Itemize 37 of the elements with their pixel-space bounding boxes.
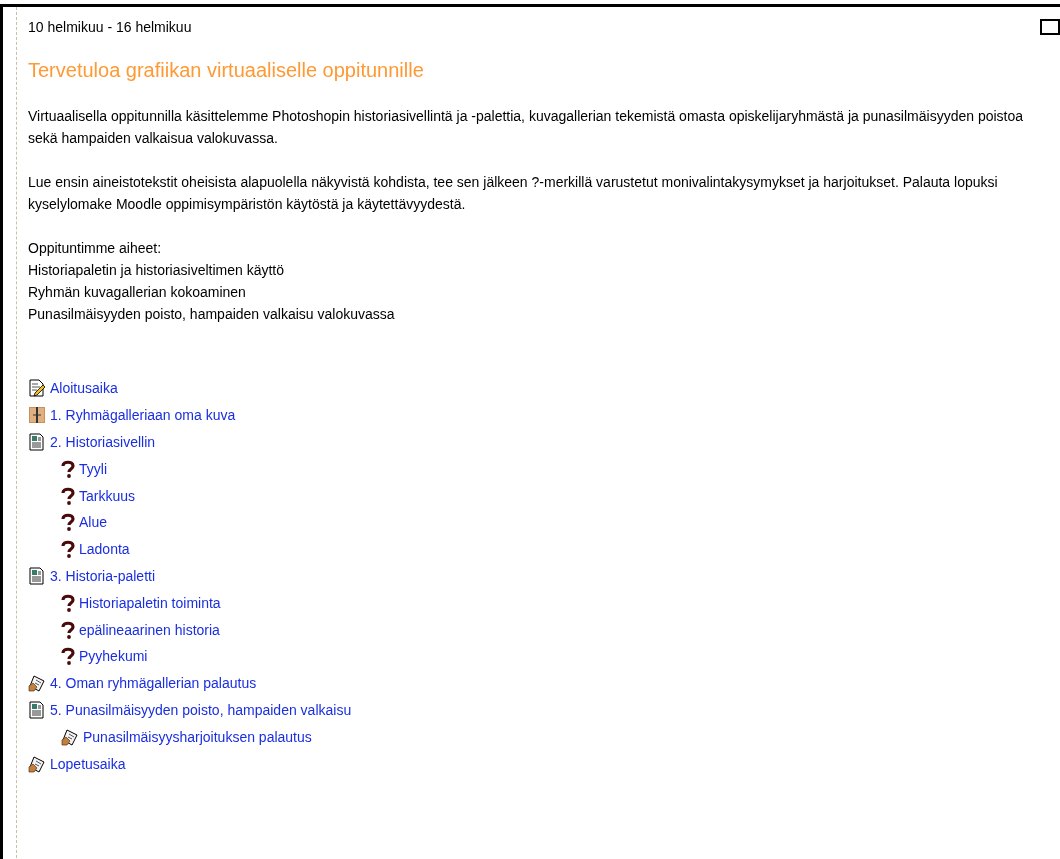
section-dates: 10 helmikuu - 16 helmikuu [28,18,192,37]
question-mark-icon [61,513,75,532]
activity-link[interactable]: Historiapaletin toiminta [79,593,221,612]
activity-link[interactable]: Lopetusaika [50,754,126,773]
activity-link[interactable]: 4. Oman ryhmägallerian palautus [50,674,257,693]
activity-link[interactable]: 5. Punasilmäisyyden poisto, hampaiden valkaisu [50,700,352,719]
document-icon [28,433,46,451]
question-mark-icon [61,620,75,639]
topic-line: Punasilmäisyyden poisto, hampaiden valkaisu valokuvassa [28,305,395,324]
question-mark-icon [61,486,75,505]
hand-paper-icon [28,754,46,773]
topics-heading: Oppituntimme aiheet: [28,239,162,258]
activity-link[interactable]: epälineaarinen historia [79,620,220,639]
question-mark-icon [61,593,75,612]
activity-link[interactable]: Ladonta [79,540,130,559]
topic-line: Ryhmän kuvagallerian kokoaminen [28,283,246,302]
pencil-page-icon [28,379,46,398]
activity-link[interactable]: Tarkkuus [79,486,136,505]
section-title: Tervetuloa grafiikan virtuaaliselle oppitunnille [28,58,425,83]
topic-line: Historiapaletin ja historiasiveltimen käyttö [28,261,284,280]
activity-link[interactable]: Pyyhekumi [79,647,148,666]
activity-link[interactable]: Alue [79,513,108,532]
activity-link[interactable]: Aloitusaika [50,379,118,398]
paragraph: Lue ensin aineistotekstit oheisista alapuolella näkyvistä kohdista, tee sen jälkeen ?-merkillä varustetut monivalintakysymykset ja harjoitukset. Palauta lopuksi kyselylomake Moodle oppimisympäristön käytöstä ja käytettävyydestä. [28,173,999,214]
activity-link[interactable]: 3. Historia-paletti [50,566,156,585]
activity-link[interactable]: 2. Historiasivellin [50,433,156,451]
paragraph: Virtuaalisella oppitunnilla käsittelemme Photoshopin historiasivellintä ja -palettia, kuvagallerian tekemistä omasta opiskelijaryhmästä ja punasilmäisyyden poistoa sekä hampaiden valkaisua valokuvassa. [28,107,1025,148]
question-mark-icon [61,459,75,478]
activity-link[interactable]: Punasilmäisyysharjoituksen palautus [83,727,312,746]
hand-paper-icon [28,674,46,693]
activity-link[interactable]: Tyyli [79,459,107,478]
activity-link[interactable]: 1. Ryhmägalleriaan oma kuva [50,406,236,425]
document-icon [28,566,46,585]
hand-paper-icon [61,727,79,746]
question-mark-icon [61,540,75,559]
document-icon [28,700,46,719]
question-mark-icon [61,647,75,666]
